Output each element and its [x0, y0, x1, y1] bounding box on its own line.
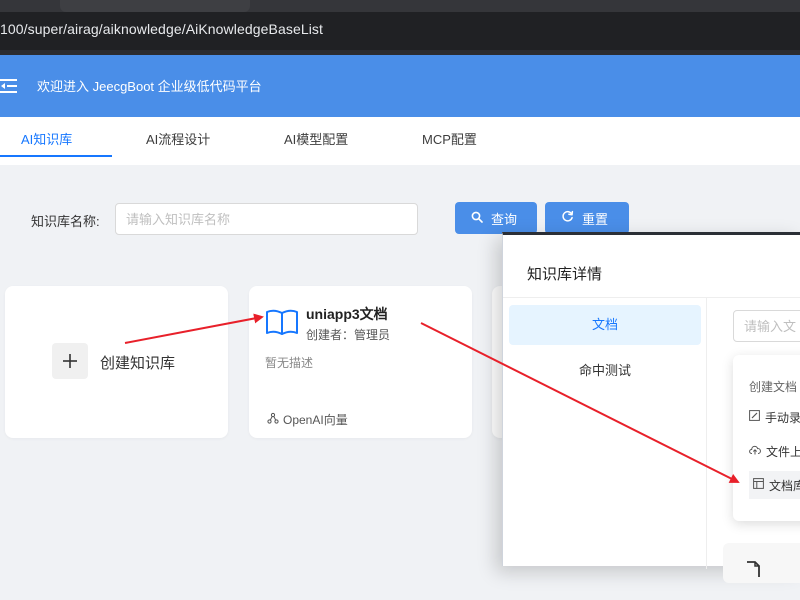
- dropdown-item-doc-library[interactable]: 文档库: [749, 471, 800, 499]
- kb-model-label: OpenAI向量: [283, 413, 348, 427]
- kb-card[interactable]: uniapp3文档 创建者：管理员 暂无描述 OpenAI向量: [249, 286, 472, 438]
- dropdown-item-manual-label: 手动录: [765, 410, 800, 425]
- plus-icon: [52, 343, 88, 379]
- kb-title: uniapp3文档: [306, 306, 388, 322]
- book-open-icon: [265, 308, 299, 336]
- doc-search-input[interactable]: [733, 310, 800, 342]
- query-label: 查询: [491, 211, 518, 227]
- modal-side-divider: [706, 297, 707, 569]
- library-icon: [753, 478, 764, 492]
- dropdown-item-doc-library-label: 文档库: [769, 478, 800, 493]
- create-kb-label: 创建知识库: [100, 355, 176, 372]
- tab-mcp[interactable]: MCP配置: [422, 117, 477, 165]
- search-label: 知识库名称:: [31, 214, 100, 229]
- modal-menu-documents[interactable]: 文档: [509, 305, 701, 345]
- kb-description: 暂无描述: [265, 356, 314, 370]
- kb-detail-modal: 知识库详情 文档 命中测试 创建文档 手动录 文件上 文档库: [502, 232, 800, 583]
- tab-ai-knowledge[interactable]: AI知识库: [21, 117, 72, 165]
- modal-divider: [503, 297, 800, 298]
- kb-creator: 创建者：管理员: [306, 328, 391, 342]
- cloud-upload-icon: [749, 444, 761, 458]
- create-doc-dropdown: 创建文档 手动录 文件上 文档库: [733, 355, 800, 521]
- app-header: 欢迎进入 JeecgBoot 企业级低代码平台: [0, 55, 800, 117]
- document-card-partial[interactable]: [723, 543, 800, 583]
- dropdown-item-manual[interactable]: 手动录: [749, 403, 800, 431]
- browser-tab[interactable]: [60, 0, 250, 12]
- menu-fold-icon[interactable]: [0, 77, 20, 95]
- search-icon: [471, 211, 483, 226]
- reset-label: 重置: [582, 211, 609, 227]
- modal-title: 知识库详情: [527, 266, 603, 283]
- tab-bar: AI知识库 AI流程设计 AI模型配置 MCP配置: [0, 117, 800, 165]
- edit-icon: [749, 410, 760, 424]
- tab-ai-flow[interactable]: AI流程设计: [146, 117, 210, 165]
- vector-model-icon: [267, 412, 279, 427]
- dropdown-item-file-upload-label: 文件上: [766, 444, 800, 459]
- active-tab-indicator: [0, 155, 112, 157]
- browser-tab-strip: [0, 0, 800, 12]
- modal-menu-hit-test[interactable]: 命中测试: [509, 351, 701, 391]
- file-icon: [745, 561, 761, 577]
- query-button[interactable]: 查询: [455, 202, 537, 234]
- reload-icon: [561, 210, 574, 226]
- create-kb-card[interactable]: 创建知识库: [5, 286, 228, 438]
- tab-ai-model[interactable]: AI模型配置: [284, 117, 348, 165]
- dropdown-item-file-upload[interactable]: 文件上: [749, 437, 800, 465]
- url-text[interactable]: 100/super/airag/aiknowledge/AiKnowledgeB…: [0, 21, 323, 37]
- app-title: 欢迎进入 JeecgBoot 企业级低代码平台: [37, 79, 262, 94]
- create-doc-label: 创建文档: [749, 380, 798, 394]
- reset-button[interactable]: 重置: [545, 202, 629, 234]
- kb-model: OpenAI向量: [267, 411, 348, 428]
- address-bar[interactable]: 100/super/airag/aiknowledge/AiKnowledgeB…: [0, 12, 800, 50]
- kb-name-search-input[interactable]: [115, 203, 418, 235]
